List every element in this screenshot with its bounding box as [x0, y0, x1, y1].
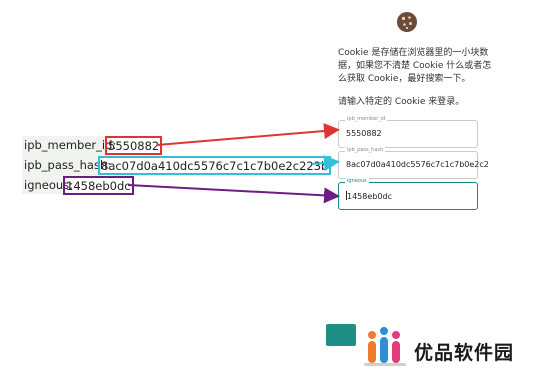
- arrow-pass-hash: [311, 155, 340, 171]
- arrow-member-id: [156, 123, 340, 146]
- arrow-igneous: [127, 184, 340, 204]
- annotation-arrows: [127, 123, 340, 204]
- login-button[interactable]: [326, 324, 356, 346]
- people-logo-icon: [364, 327, 406, 366]
- watermark-text: 优品软件园: [414, 342, 515, 364]
